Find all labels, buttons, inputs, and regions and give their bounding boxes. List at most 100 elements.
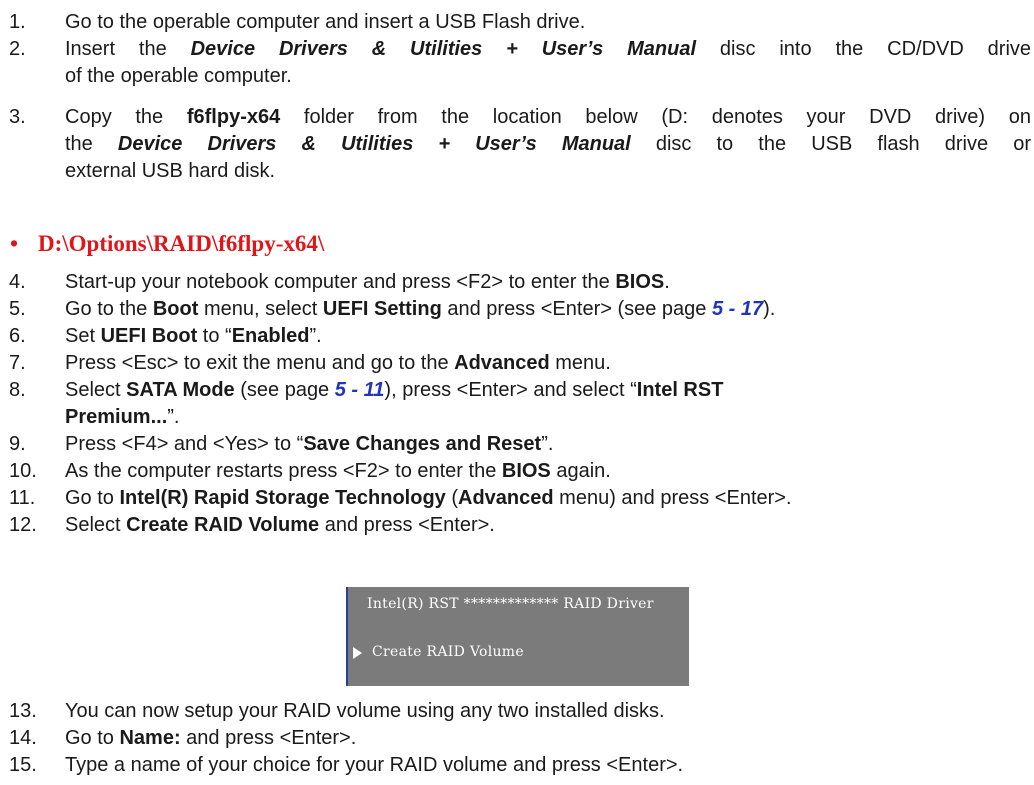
step-text-run: and press <Enter>. (319, 514, 495, 536)
step-text-line: external USB hard disk. (65, 158, 1031, 185)
step-text-run: again. (550, 460, 611, 482)
step-text: You can now setup your RAID volume using… (65, 698, 665, 725)
step-text-run: ), press <Enter> and select “ (384, 379, 637, 401)
step-text-run: Create RAID Volume (126, 514, 320, 536)
step-text-run: of the operable computer. (65, 65, 292, 87)
step-number: 7. (9, 352, 26, 374)
step-number: 10. (9, 460, 37, 482)
step-text: Start-up your notebook computer and pres… (65, 269, 670, 296)
step-text-run: the (65, 133, 118, 155)
step-number: 14. (9, 727, 37, 749)
step-text-run: (see page (234, 379, 335, 401)
step-text-run: menu, select (198, 298, 323, 320)
bios-border-accent (346, 587, 348, 686)
step-text-line: Select SATA Mode (see page 5 - 11), pres… (65, 377, 723, 404)
step-text: Type a name of your choice for your RAID… (65, 752, 683, 779)
step-number: 5. (9, 298, 26, 320)
step-text-run: menu. (549, 352, 611, 374)
step-text-run: Go to the operable computer and insert a… (65, 11, 586, 33)
step-text-run: ( (445, 487, 459, 509)
step-text-line: Premium...”. (65, 404, 723, 431)
step-text-run: ). (763, 298, 776, 320)
step-number: 15. (9, 754, 37, 776)
step-text-run: Copy the (65, 106, 187, 128)
step-text-run: ”. (167, 406, 180, 428)
step-number: 4. (9, 271, 26, 293)
step-text-run: Save Changes and Reset (303, 433, 542, 455)
step-text-run: Set (65, 325, 101, 347)
step-text-run: to “ (197, 325, 232, 347)
step-text: Select SATA Mode (see page 5 - 11), pres… (65, 377, 723, 431)
step-text: Set UEFI Boot to “Enabled”. (65, 323, 322, 350)
step-text-run: external USB hard disk. (65, 160, 276, 182)
step-text-run: Go to the (65, 298, 153, 320)
step-text-run: Enabled (231, 325, 310, 347)
step-number: 2. (9, 38, 26, 60)
step-number: 12. (9, 514, 37, 536)
step-text-line: Insert the Device Drivers & Utilities + … (65, 36, 1031, 63)
step-number: 11. (9, 487, 36, 509)
step-text-run: and press <Enter> (see page (441, 298, 712, 320)
step-text-run: ”. (541, 433, 554, 455)
step-text-run: Device Drivers & Utilities + User’s Manu… (190, 38, 697, 60)
step-number: 1. (9, 11, 26, 33)
step-text-run: Device Drivers & Utilities + User’s Manu… (117, 133, 631, 155)
bios-menu-item: Create RAID Volume (372, 644, 524, 660)
step-text-run: UEFI Boot (100, 325, 198, 347)
step-text-line: of the operable computer. (65, 63, 1031, 90)
bios-screenshot: Intel(R) RST ************* RAID Driver C… (346, 587, 689, 686)
step-text: Press <Esc> to exit the menu and go to t… (65, 350, 611, 377)
step-text: Go to Intel(R) Rapid Storage Technology … (65, 485, 792, 512)
step-text-run: Start-up your notebook computer and pres… (65, 271, 616, 293)
step-text-run: UEFI Setting (322, 298, 442, 320)
step-text-run: folder from the location below (D: denot… (280, 106, 1031, 128)
step-text-run: Press <F4> and <Yes> to “ (65, 433, 304, 455)
step-text-run: Insert the (65, 38, 191, 60)
triangle-right-icon (353, 647, 362, 659)
step-text-run: BIOS (501, 460, 551, 482)
step-text-line: the Device Drivers & Utilities + User’s … (65, 131, 1031, 158)
step-text-run: Select (65, 514, 127, 536)
step-number: 13. (9, 700, 37, 722)
step-text-run: Type a name of your choice for your RAID… (65, 754, 684, 776)
step-text: Press <F4> and <Yes> to “Save Changes an… (65, 431, 553, 458)
step-text-run: Go to (65, 727, 120, 749)
step-number: 8. (9, 379, 26, 401)
step-text-run: Name: (119, 727, 181, 749)
step-text: As the computer restarts press <F2> to e… (65, 458, 611, 485)
step-text-run: Advanced (458, 487, 554, 509)
step-text-run: Intel(R) Rapid Storage Technology (119, 487, 446, 509)
step-text-run: SATA Mode (126, 379, 235, 401)
step-text-line: Copy the f6flpy-x64 folder from the loca… (65, 104, 1031, 131)
step-text-run: Advanced (454, 352, 550, 374)
step-text-run: disc to the USB flash drive or (630, 133, 1031, 155)
step-text: Go to the Boot menu, select UEFI Setting… (65, 296, 775, 323)
step-text-run: Boot (152, 298, 199, 320)
step-text-run: menu) and press <Enter>. (553, 487, 792, 509)
step-text-run: Select (65, 379, 127, 401)
page-reference-link[interactable]: 5 - 17 (712, 298, 763, 320)
page-reference-link[interactable]: 5 - 11 (335, 379, 385, 401)
step-text-run: disc into the CD/DVD drive (696, 38, 1032, 60)
step-text-run: Premium... (65, 406, 168, 428)
step-text-run: Intel RST (636, 379, 724, 401)
step-text: Select Create RAID Volume and press <Ent… (65, 512, 495, 539)
step-text-run: Press <Esc> to exit the menu and go to t… (65, 352, 455, 374)
step-text-run: and press <Enter>. (180, 727, 357, 749)
step-text-run: BIOS (615, 271, 665, 293)
step-text-run: . (664, 271, 670, 293)
bios-header-text: Intel(R) RST ************* RAID Driver (367, 596, 654, 612)
driver-path: D:\Options\RAID\f6flpy-x64\ (38, 231, 325, 256)
step-text: Go to the operable computer and insert a… (65, 9, 585, 36)
step-text-run: f6flpy-x64 (186, 106, 281, 128)
step-text: Insert the Device Drivers & Utilities + … (65, 36, 1031, 90)
step-text: Go to Name: and press <Enter>. (65, 725, 356, 752)
bullet-icon: • (10, 231, 19, 256)
step-text-run: You can now setup your RAID volume using… (65, 700, 665, 722)
step-text: Copy the f6flpy-x64 folder from the loca… (65, 104, 1031, 185)
step-number: 6. (9, 325, 26, 347)
step-text-run: As the computer restarts press <F2> to e… (65, 460, 502, 482)
step-number: 9. (9, 433, 26, 455)
step-number: 3. (9, 106, 26, 128)
step-text-run: ”. (309, 325, 322, 347)
